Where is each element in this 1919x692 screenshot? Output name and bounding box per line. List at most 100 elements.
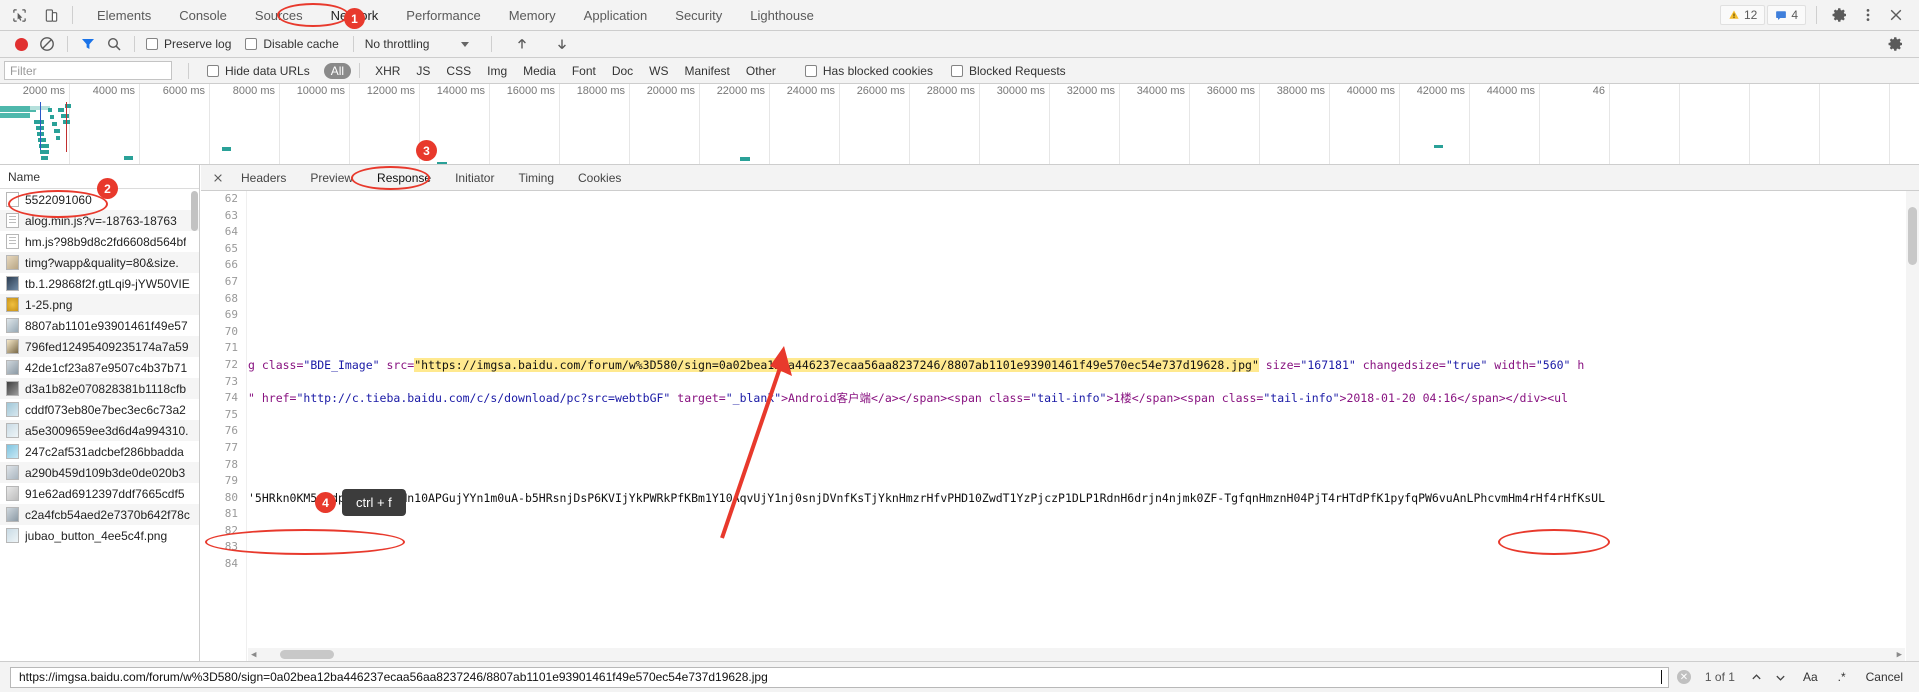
- code-horizontal-scrollbar[interactable]: ◀ ▶: [248, 648, 1905, 661]
- request-row-6[interactable]: 8807ab1101e93901461f49e57: [0, 315, 199, 336]
- type-filter-media[interactable]: Media: [516, 63, 563, 79]
- export-har-button[interactable]: [549, 33, 575, 55]
- detail-tab-headers[interactable]: Headers: [229, 165, 298, 191]
- type-filter-xhr[interactable]: XHR: [368, 63, 407, 79]
- tab-memory[interactable]: Memory: [495, 0, 570, 31]
- close-icon[interactable]: [1883, 2, 1909, 28]
- line-number: 76: [201, 423, 246, 440]
- detail-tab-preview[interactable]: Preview: [298, 165, 365, 191]
- scroll-right-icon[interactable]: ▶: [1897, 650, 1902, 660]
- search-icon[interactable]: [101, 33, 127, 55]
- throttling-select[interactable]: No throttling: [361, 37, 474, 51]
- request-row-2[interactable]: hm.js?98b9d8c2fd6608d564bf: [0, 231, 199, 252]
- line-number: 82: [201, 523, 246, 540]
- chevron-up-icon[interactable]: [1749, 668, 1765, 686]
- tab-lighthouse[interactable]: Lighthouse: [736, 0, 828, 31]
- import-har-button[interactable]: [509, 33, 535, 55]
- disable-cache-checkbox[interactable]: Disable cache: [245, 37, 338, 51]
- match-case-button[interactable]: Aa: [1797, 670, 1824, 684]
- request-row-1[interactable]: alog.min.js?v=-18763-18763: [0, 210, 199, 231]
- tab-application[interactable]: Application: [570, 0, 662, 31]
- gear-icon[interactable]: [1827, 2, 1853, 28]
- request-row-8[interactable]: 42de1cf23a87e9507c4b37b71: [0, 357, 199, 378]
- request-row-16[interactable]: jubao_button_4ee5c4f.png: [0, 525, 199, 546]
- code-line: [248, 340, 1905, 357]
- close-detail-icon[interactable]: [207, 167, 229, 189]
- type-filter-other[interactable]: Other: [739, 63, 783, 79]
- type-filter-img[interactable]: Img: [480, 63, 514, 79]
- request-row-10[interactable]: cddf073eb80e7bec3ec6c73a2: [0, 399, 199, 420]
- blocked-requests-checkbox[interactable]: Blocked Requests: [951, 64, 1066, 78]
- preserve-log-checkbox[interactable]: Preserve log: [146, 37, 231, 51]
- timeline-tick-label: 12000 ms: [367, 85, 415, 97]
- code-token: "tail-info": [1263, 391, 1339, 405]
- more-options-icon[interactable]: [1855, 2, 1881, 28]
- tab-console[interactable]: Console: [165, 0, 241, 31]
- request-row-9[interactable]: d3a1b82e070828381b1118cfb: [0, 378, 199, 399]
- request-row-15[interactable]: c2a4fcb54aed2e7370b642f78c: [0, 504, 199, 525]
- net-toolbar-divider-2: [134, 36, 135, 52]
- tab-sources[interactable]: Sources: [241, 0, 317, 31]
- request-row-7[interactable]: 796fed12495409235174a7a59: [0, 336, 199, 357]
- timeline-tick-label: 14000 ms: [437, 85, 485, 97]
- network-overview-timeline[interactable]: 2000 ms 4000 ms 6000 ms 8000 ms 10000 ms…: [0, 84, 1919, 165]
- code-token: target=: [670, 391, 725, 405]
- request-row-13[interactable]: a290b459d109b3de0de020b3: [0, 462, 199, 483]
- response-code-view[interactable]: 6263646566676869707172737475767778798081…: [201, 191, 1919, 661]
- preserve-log-label: Preserve log: [164, 37, 231, 51]
- filter-icon[interactable]: [75, 33, 101, 55]
- detail-tab-cookies[interactable]: Cookies: [566, 165, 633, 191]
- line-number: 71: [201, 340, 246, 357]
- timeline-tick-label: 8000 ms: [233, 85, 275, 97]
- tab-elements[interactable]: Elements: [83, 0, 165, 31]
- find-input[interactable]: [17, 668, 1661, 687]
- request-row-12[interactable]: 247c2af531adcbef286bbadda: [0, 441, 199, 462]
- network-settings-icon[interactable]: [1883, 33, 1909, 55]
- request-name: 42de1cf23a87e9507c4b37b71: [25, 361, 187, 375]
- code-vertical-scroll-thumb[interactable]: [1908, 207, 1917, 265]
- detail-tab-response[interactable]: Response: [365, 165, 443, 191]
- find-input-wrap[interactable]: [10, 667, 1669, 688]
- type-filter-css[interactable]: CSS: [439, 63, 478, 79]
- filter-divider-1: [188, 63, 189, 79]
- request-row-11[interactable]: a5e3009659ee3d6d4a994310.: [0, 420, 199, 441]
- detail-tab-timing[interactable]: Timing: [506, 165, 566, 191]
- cancel-button[interactable]: Cancel: [1860, 670, 1909, 684]
- message-counter[interactable]: 4: [1767, 5, 1806, 25]
- inspect-element-icon[interactable]: [8, 4, 30, 26]
- filter-input[interactable]: [4, 61, 172, 80]
- device-toolbar-icon[interactable]: [40, 4, 62, 26]
- chevron-down-icon[interactable]: [1773, 668, 1789, 686]
- scroll-left-icon[interactable]: ◀: [251, 650, 256, 660]
- warning-counter[interactable]: 12: [1720, 5, 1765, 25]
- code-token: "BDE_Image": [303, 358, 379, 372]
- detail-tab-initiator[interactable]: Initiator: [443, 165, 506, 191]
- type-filter-font[interactable]: Font: [565, 63, 603, 79]
- hide-data-urls-checkbox[interactable]: Hide data URLs: [207, 64, 310, 78]
- type-filter-all[interactable]: All: [324, 63, 351, 79]
- tab-security[interactable]: Security: [661, 0, 736, 31]
- sidebar-scrollbar-thumb[interactable]: [191, 191, 198, 231]
- script-icon: [6, 234, 19, 249]
- type-filter-manifest[interactable]: Manifest: [678, 63, 737, 79]
- type-filter-js[interactable]: JS: [409, 63, 437, 79]
- type-filter-doc[interactable]: Doc: [605, 63, 640, 79]
- record-button[interactable]: [8, 33, 34, 55]
- line-number: 64: [201, 224, 246, 241]
- request-row-14[interactable]: 91e62ad6912397ddf7665cdf5: [0, 483, 199, 504]
- request-name: alog.min.js?v=-18763-18763: [25, 214, 177, 228]
- has-blocked-cookies-checkbox[interactable]: Has blocked cookies: [805, 64, 933, 78]
- request-name: 91e62ad6912397ddf7665cdf5: [25, 487, 185, 501]
- tab-memory-label: Memory: [509, 8, 556, 23]
- clear-icon[interactable]: ✕: [1677, 670, 1691, 684]
- code-token: width=: [1487, 358, 1535, 372]
- request-row-4[interactable]: tb.1.29868f2f.gtLqi9-jYW50VIE: [0, 273, 199, 294]
- tab-performance[interactable]: Performance: [392, 0, 494, 31]
- request-row-3[interactable]: timg?wapp&quality=80&size.: [0, 252, 199, 273]
- code-horizontal-scroll-thumb[interactable]: [280, 650, 334, 659]
- code-vertical-scrollbar[interactable]: [1906, 191, 1919, 661]
- type-filter-ws[interactable]: WS: [642, 63, 675, 79]
- clear-button[interactable]: [34, 33, 60, 55]
- request-row-5[interactable]: 1-25.png: [0, 294, 199, 315]
- regex-button[interactable]: .*: [1832, 670, 1852, 684]
